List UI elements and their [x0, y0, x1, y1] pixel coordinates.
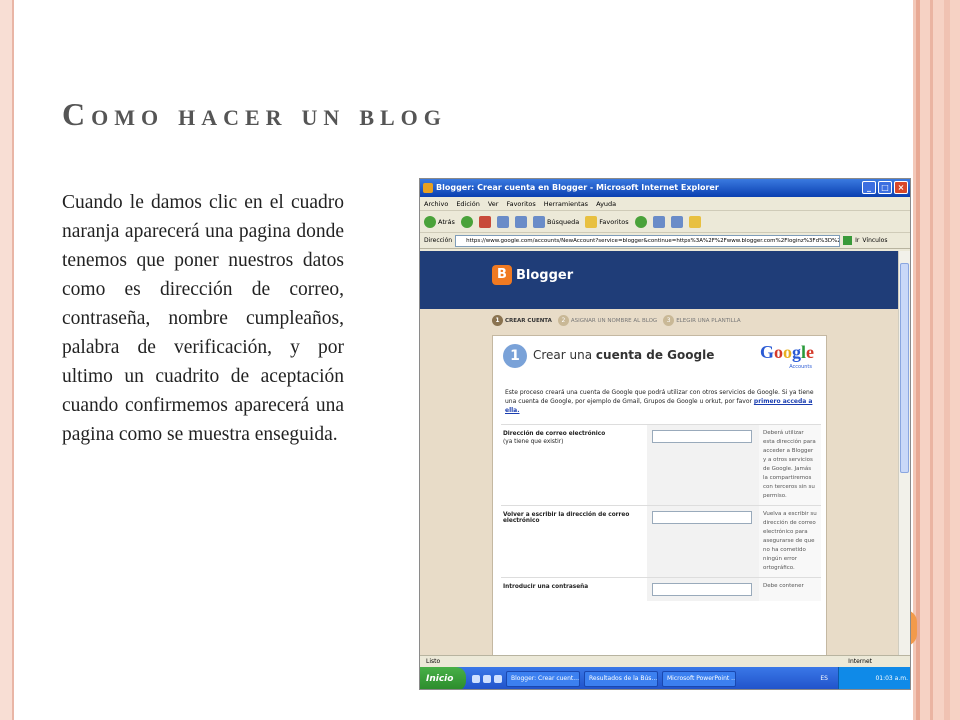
ie-title-bar: Blogger: Crear cuenta en Blogger - Micro… — [420, 179, 910, 197]
language-indicator[interactable]: ES — [820, 667, 828, 689]
address-field[interactable]: https://www.google.com/accounts/NewAccou… — [455, 234, 841, 247]
blogger-b-icon: B — [492, 265, 512, 285]
back-arrow-icon — [424, 215, 436, 228]
email-label: Dirección de correo electrónico (ya tiene… — [503, 431, 606, 445]
slide-title: Como hacer un blog — [62, 96, 447, 132]
scrollbar-thumb[interactable] — [900, 263, 909, 473]
print-icon[interactable] — [670, 215, 683, 228]
slide: Como hacer un blog Cuando le damos clic … — [0, 0, 960, 720]
password-field[interactable] — [652, 583, 752, 596]
step-3-label: ELEGIR UNA PLANTILLA — [676, 318, 741, 324]
google-accounts-label: Accounts — [789, 364, 812, 370]
email-confirm-label: Volver a escribir la dirección de correo… — [503, 512, 630, 524]
ie-status-bar: Listo Internet — [420, 655, 910, 667]
history-icon[interactable] — [634, 215, 647, 228]
step-2: 2 ASIGNAR UN NOMBRE AL BLOG — [557, 315, 658, 326]
slide-left-border — [0, 0, 14, 720]
email-confirm-field[interactable] — [652, 511, 752, 524]
ie-screenshot: Blogger: Crear cuenta en Blogger - Micro… — [419, 178, 911, 690]
folder-icon[interactable] — [688, 215, 701, 228]
email-field[interactable] — [652, 430, 752, 443]
form-row-password: Introducir una contraseña Debe contener — [501, 577, 821, 601]
card-description: Este proceso creará una cuenta de Google… — [505, 389, 814, 414]
quick-launch — [472, 675, 502, 683]
favorites-label: Favoritos — [599, 217, 629, 226]
menu-herramientas[interactable]: Herramientas — [544, 197, 588, 210]
forward-arrow-icon[interactable] — [460, 215, 473, 228]
slide-right-border — [916, 0, 960, 720]
blogger-page: B Blogger 1 CREAR CUENTA 2 ASIGNAR UN NOMB… — [420, 251, 900, 655]
maximize-icon[interactable]: □ — [878, 181, 892, 194]
password-label: Introducir una contraseña — [503, 584, 589, 590]
card-step-number: 1 — [503, 344, 527, 368]
windows-taskbar: Inicio Blogger: Crear cuent... Resultado… — [420, 667, 910, 689]
refresh-icon[interactable] — [496, 215, 509, 228]
slide-body-text: Cuando le damos clic en el cuadro naranj… — [62, 192, 344, 445]
quick-launch-icon[interactable] — [494, 675, 502, 683]
star-icon — [585, 215, 598, 228]
card-title: Crear una cuenta de Google — [533, 348, 715, 362]
menu-archivo[interactable]: Archivo — [424, 197, 448, 210]
home-icon[interactable] — [514, 215, 527, 228]
start-button[interactable]: Inicio — [420, 667, 466, 689]
ie-toolbar: Atrás Búsqueda Favoritos — [420, 211, 910, 233]
step-2-label: ASIGNAR UN NOMBRE AL BLOG — [570, 318, 658, 324]
blogger-logo[interactable]: B Blogger — [492, 265, 573, 285]
step-1-label: CREAR CUENTA — [505, 318, 552, 324]
menu-ayuda[interactable]: Ayuda — [596, 197, 616, 210]
search-label: Búsqueda — [546, 217, 580, 226]
ie-menu-bar: Archivo Edición Ver Favoritos Herramient… — [420, 197, 910, 211]
minimize-icon[interactable]: _ — [862, 181, 876, 194]
status-text: Listo — [426, 658, 441, 665]
stop-icon[interactable] — [478, 215, 491, 228]
system-tray: 01:03 a.m. — [838, 667, 910, 689]
links-label[interactable]: Vínculos — [862, 237, 887, 244]
quick-launch-icon[interactable] — [483, 675, 491, 683]
password-hint: Debe contener — [759, 578, 821, 601]
clock: 01:03 a.m. — [875, 675, 908, 682]
go-arrow-icon[interactable] — [843, 236, 853, 245]
menu-favoritos[interactable]: Favoritos — [506, 197, 535, 210]
email-hint: Deberá utilizar esta dirección para acce… — [759, 425, 821, 505]
form-row-email: Dirección de correo electrónico (ya tiene… — [501, 424, 821, 505]
form-row-email-confirm: Volver a escribir la dirección de correo… — [501, 505, 821, 577]
ie-window-title: Blogger: Crear cuenta en Blogger - Micro… — [436, 183, 719, 192]
menu-edicion[interactable]: Edición — [456, 197, 480, 210]
close-icon[interactable]: × — [894, 181, 908, 194]
ie-icon — [423, 183, 433, 193]
favorites-button[interactable]: Favoritos — [585, 215, 629, 228]
signup-steps: 1 CREAR CUENTA 2 ASIGNAR UN NOMBRE AL BLOG… — [492, 315, 741, 326]
email-confirm-hint: Vuelva a escribir su dirección de correo… — [759, 506, 821, 577]
back-button[interactable]: Atrás — [424, 215, 455, 228]
signup-form: Dirección de correo electrónico (ya tiene… — [501, 424, 821, 601]
create-account-card: 1 Crear una cuenta de Google Google Acco… — [492, 335, 827, 655]
address-label: Dirección — [424, 237, 453, 244]
ie-address-bar: Dirección https://www.google.com/account… — [420, 233, 910, 249]
mail-icon[interactable] — [652, 215, 665, 228]
card-header: 1 Crear una cuenta de Google Google Acco… — [493, 336, 826, 380]
search-button[interactable]: Búsqueda — [532, 215, 580, 228]
task-blogger[interactable]: Blogger: Crear cuent... — [506, 671, 580, 687]
blogger-page-body: 1 CREAR CUENTA 2 ASIGNAR UN NOMBRE AL BLOG… — [420, 309, 900, 655]
task-search-results[interactable]: Resultados de la Bús... — [584, 671, 658, 687]
task-powerpoint[interactable]: Microsoft PowerPoint ... — [662, 671, 736, 687]
google-logo: Google — [759, 342, 814, 362]
blogger-banner: B Blogger — [420, 251, 900, 309]
search-icon — [532, 215, 545, 228]
quick-launch-icon[interactable] — [472, 675, 480, 683]
step-3: 3 ELEGIR UNA PLANTILLA — [663, 315, 741, 326]
step-1: 1 CREAR CUENTA — [492, 315, 552, 326]
page-scrollbar[interactable] — [898, 251, 910, 655]
go-label[interactable]: Ir — [855, 237, 859, 244]
blogger-logo-text: Blogger — [516, 267, 574, 283]
menu-ver[interactable]: Ver — [488, 197, 499, 210]
back-label: Atrás — [438, 217, 455, 226]
